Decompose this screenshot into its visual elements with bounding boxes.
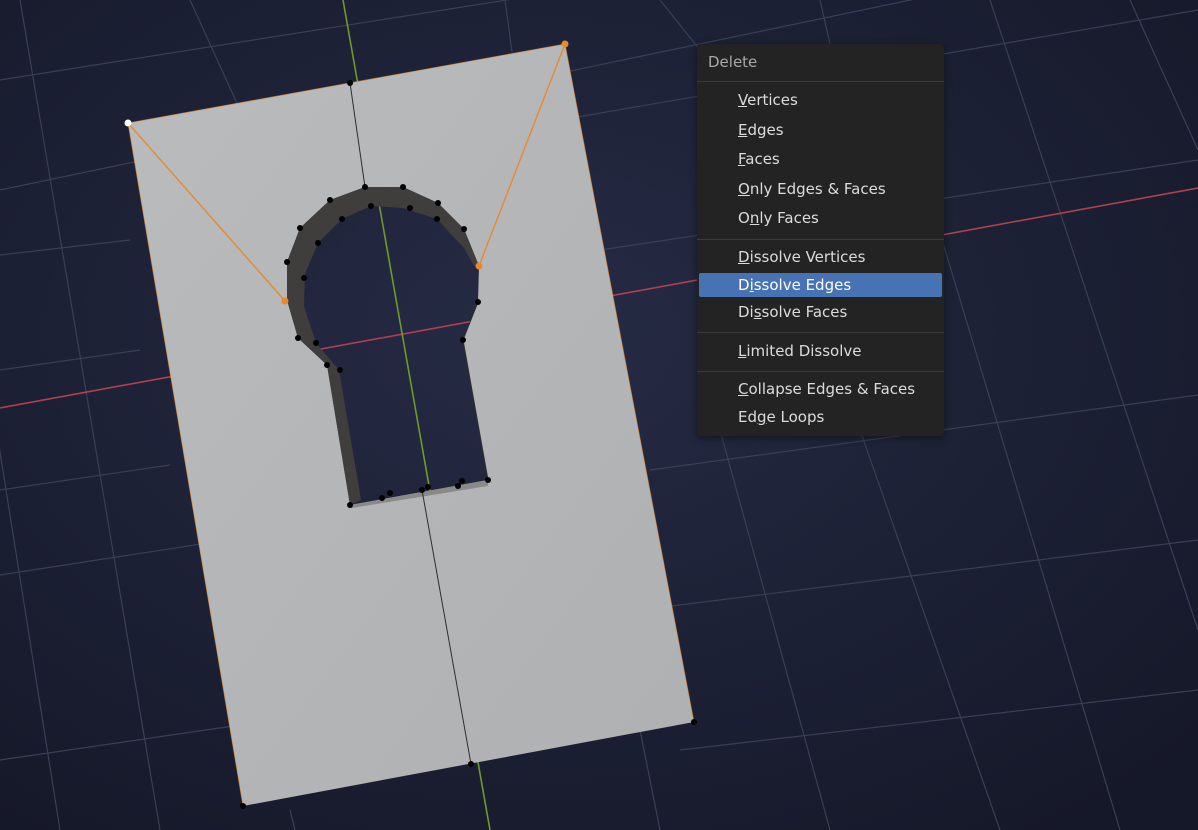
selected-vertex[interactable] [561, 40, 569, 48]
menu-item-edge-loops[interactable]: Edge Loops [699, 405, 942, 429]
selected-vertex[interactable] [281, 297, 289, 305]
menu-item-label: Edge Loops [738, 408, 825, 426]
menu-item-collapse-edges-faces[interactable]: Collapse Edges & Faces [699, 377, 942, 401]
menu-separator [697, 239, 944, 240]
menu-item-only-edges-faces[interactable]: Only Edges & Faces [699, 177, 942, 201]
menu-item-dissolve-edges[interactable]: Dissolve Edges [699, 273, 942, 297]
menu-item-label: Limited Dissolve [738, 342, 862, 360]
menu-item-label: Edges [738, 121, 784, 139]
menu-separator [697, 332, 944, 333]
menu-item-edges[interactable]: Edges [699, 118, 942, 142]
menu-item-dissolve-faces[interactable]: Dissolve Faces [699, 300, 942, 324]
menu-title: Delete [708, 53, 758, 71]
menu-separator [697, 81, 944, 82]
menu-item-label: Collapse Edges & Faces [738, 380, 916, 398]
menu-item-label: Faces [738, 150, 780, 168]
menu-item-vertices[interactable]: Vertices [699, 88, 942, 112]
menu-item-label: Dissolve Faces [738, 303, 848, 321]
menu-item-label: Dissolve Edges [738, 276, 852, 294]
menu-separator [697, 371, 944, 372]
menu-item-dissolve-vertices[interactable]: Dissolve Vertices [699, 245, 942, 269]
active-vertex[interactable] [124, 119, 132, 127]
menu-item-label: Vertices [738, 91, 798, 109]
selected-vertex[interactable] [475, 262, 483, 270]
menu-item-only-faces[interactable]: Only Faces [699, 206, 942, 230]
menu-item-label: Only Edges & Faces [738, 180, 886, 198]
menu-item-faces[interactable]: Faces [699, 147, 942, 171]
menu-item-label: Dissolve Vertices [738, 248, 866, 266]
3d-viewport[interactable] [0, 0, 1198, 830]
menu-item-limited-dissolve[interactable]: Limited Dissolve [699, 339, 942, 363]
delete-menu: Delete Vertices Edges Faces Only Edges &… [697, 44, 944, 436]
menu-item-label: Only Faces [738, 209, 819, 227]
